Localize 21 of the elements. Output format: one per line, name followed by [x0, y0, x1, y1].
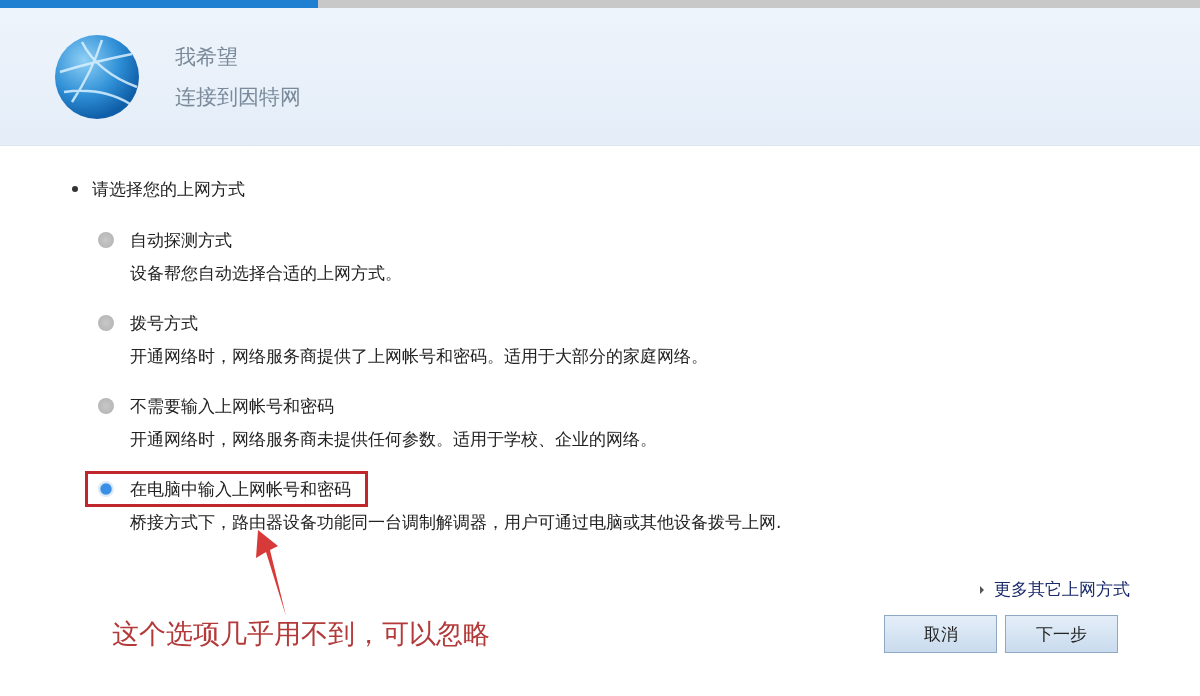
option-label[interactable]: 拨号方式 [130, 311, 198, 335]
option-description: 开通网络时，网络服务商提供了上网帐号和密码。适用于大部分的家庭网络。 [130, 345, 709, 368]
radio-button[interactable] [98, 232, 114, 248]
triangle-icon [980, 585, 984, 594]
option-label[interactable]: 不需要输入上网帐号和密码 [130, 394, 334, 418]
bullet-icon [72, 186, 78, 192]
dialog-button[interactable]: 取消 [884, 615, 997, 653]
prompt-text: 请选择您的上网方式 [92, 177, 245, 201]
radio-button[interactable] [98, 315, 114, 331]
annotation-text: 这个选项几乎用不到，可以忽略 [112, 617, 490, 651]
option-label[interactable]: 在电脑中输入上网帐号和密码 [130, 477, 351, 501]
header-subtitle: 连接到因特网 [175, 83, 301, 111]
header-title: 我希望 [175, 43, 238, 71]
option-description: 设备帮您自动选择合适的上网方式。 [130, 262, 403, 285]
dialog-button[interactable]: 下一步 [1005, 615, 1118, 653]
option-description: 桥接方式下，路由器设备功能同一台调制解调器，用户可通过电脑或其他设备拨号上网. [130, 511, 783, 534]
radio-button[interactable] [98, 398, 114, 414]
option-description: 开通网络时，网络服务商未提供任何参数。适用于学校、企业的网络。 [130, 428, 658, 451]
radio-button[interactable] [98, 481, 114, 497]
option-label[interactable]: 自动探测方式 [130, 228, 232, 252]
more-options-link[interactable]: 更多其它上网方式 [994, 578, 1130, 601]
